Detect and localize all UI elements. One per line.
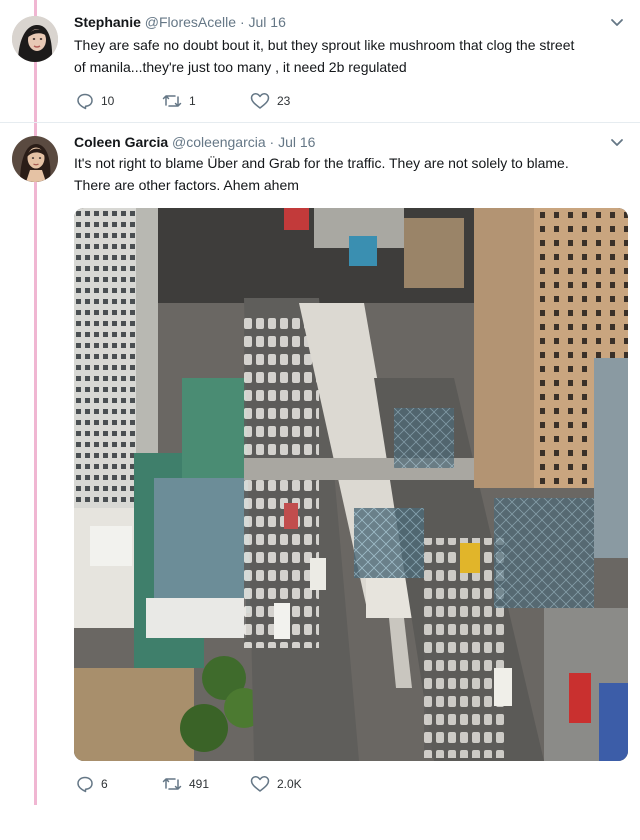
retweet-icon: [162, 778, 182, 790]
reply-count: 10: [101, 94, 115, 108]
display-name[interactable]: Coleen Garcia: [74, 134, 168, 150]
avatar[interactable]: [12, 16, 58, 62]
retweet-button[interactable]: 491: [162, 774, 209, 794]
retweet-icon: [162, 95, 182, 107]
user-handle[interactable]: @coleengarcia: [172, 134, 266, 150]
retweet-button[interactable]: 1: [162, 91, 196, 111]
tweet-text-line: It's not right to blame Über and Grab fo…: [74, 155, 569, 171]
tweet-text: It's not right to blame Über and Grab fo…: [74, 152, 634, 196]
chevron-down-icon[interactable]: [610, 138, 624, 148]
chevron-down-icon[interactable]: [610, 18, 624, 28]
tweet-header: Coleen Garcia @coleengarcia · Jul 16: [74, 133, 315, 151]
tweet-photo[interactable]: [74, 208, 628, 761]
like-count: 23: [277, 94, 291, 108]
tweet-text-line: They are safe no doubt bout it, but they…: [74, 37, 575, 53]
traffic-aerial-photo: [74, 208, 628, 761]
tweet-text: They are safe no doubt bout it, but they…: [74, 34, 634, 78]
tweet-date[interactable]: Jul 16: [278, 134, 315, 150]
tweet-date[interactable]: Jul 16: [249, 14, 286, 30]
heart-icon: [250, 93, 270, 109]
reply-icon: [77, 776, 93, 793]
separator-dot: ·: [239, 14, 245, 30]
retweet-count: 1: [189, 94, 196, 108]
display-name[interactable]: Stephanie: [74, 14, 141, 30]
heart-icon: [250, 776, 270, 792]
reply-button[interactable]: 10: [76, 91, 114, 111]
tweet-text-line: of manila...they're just too many , it n…: [74, 59, 407, 75]
tweet-header: Stephanie @FloresAcelle · Jul 16: [74, 13, 286, 31]
like-button[interactable]: 23: [250, 91, 290, 111]
separator-dot: ·: [269, 134, 275, 150]
like-button[interactable]: 2.0K: [250, 774, 302, 794]
reply-icon: [77, 93, 93, 110]
tweet-thread: { "tweets": [ { "name": "Stephanie", "ha…: [0, 0, 640, 840]
tweet-text-line: There are other factors. Ahem ahem: [74, 177, 299, 193]
thread-connector-line: [34, 0, 37, 805]
reply-count: 6: [101, 777, 108, 791]
user-handle[interactable]: @FloresAcelle: [145, 14, 236, 30]
like-count: 2.0K: [277, 777, 302, 791]
retweet-count: 491: [189, 777, 210, 791]
avatar[interactable]: [12, 136, 58, 182]
reply-button[interactable]: 6: [76, 774, 108, 794]
tweet-divider: [0, 122, 640, 123]
